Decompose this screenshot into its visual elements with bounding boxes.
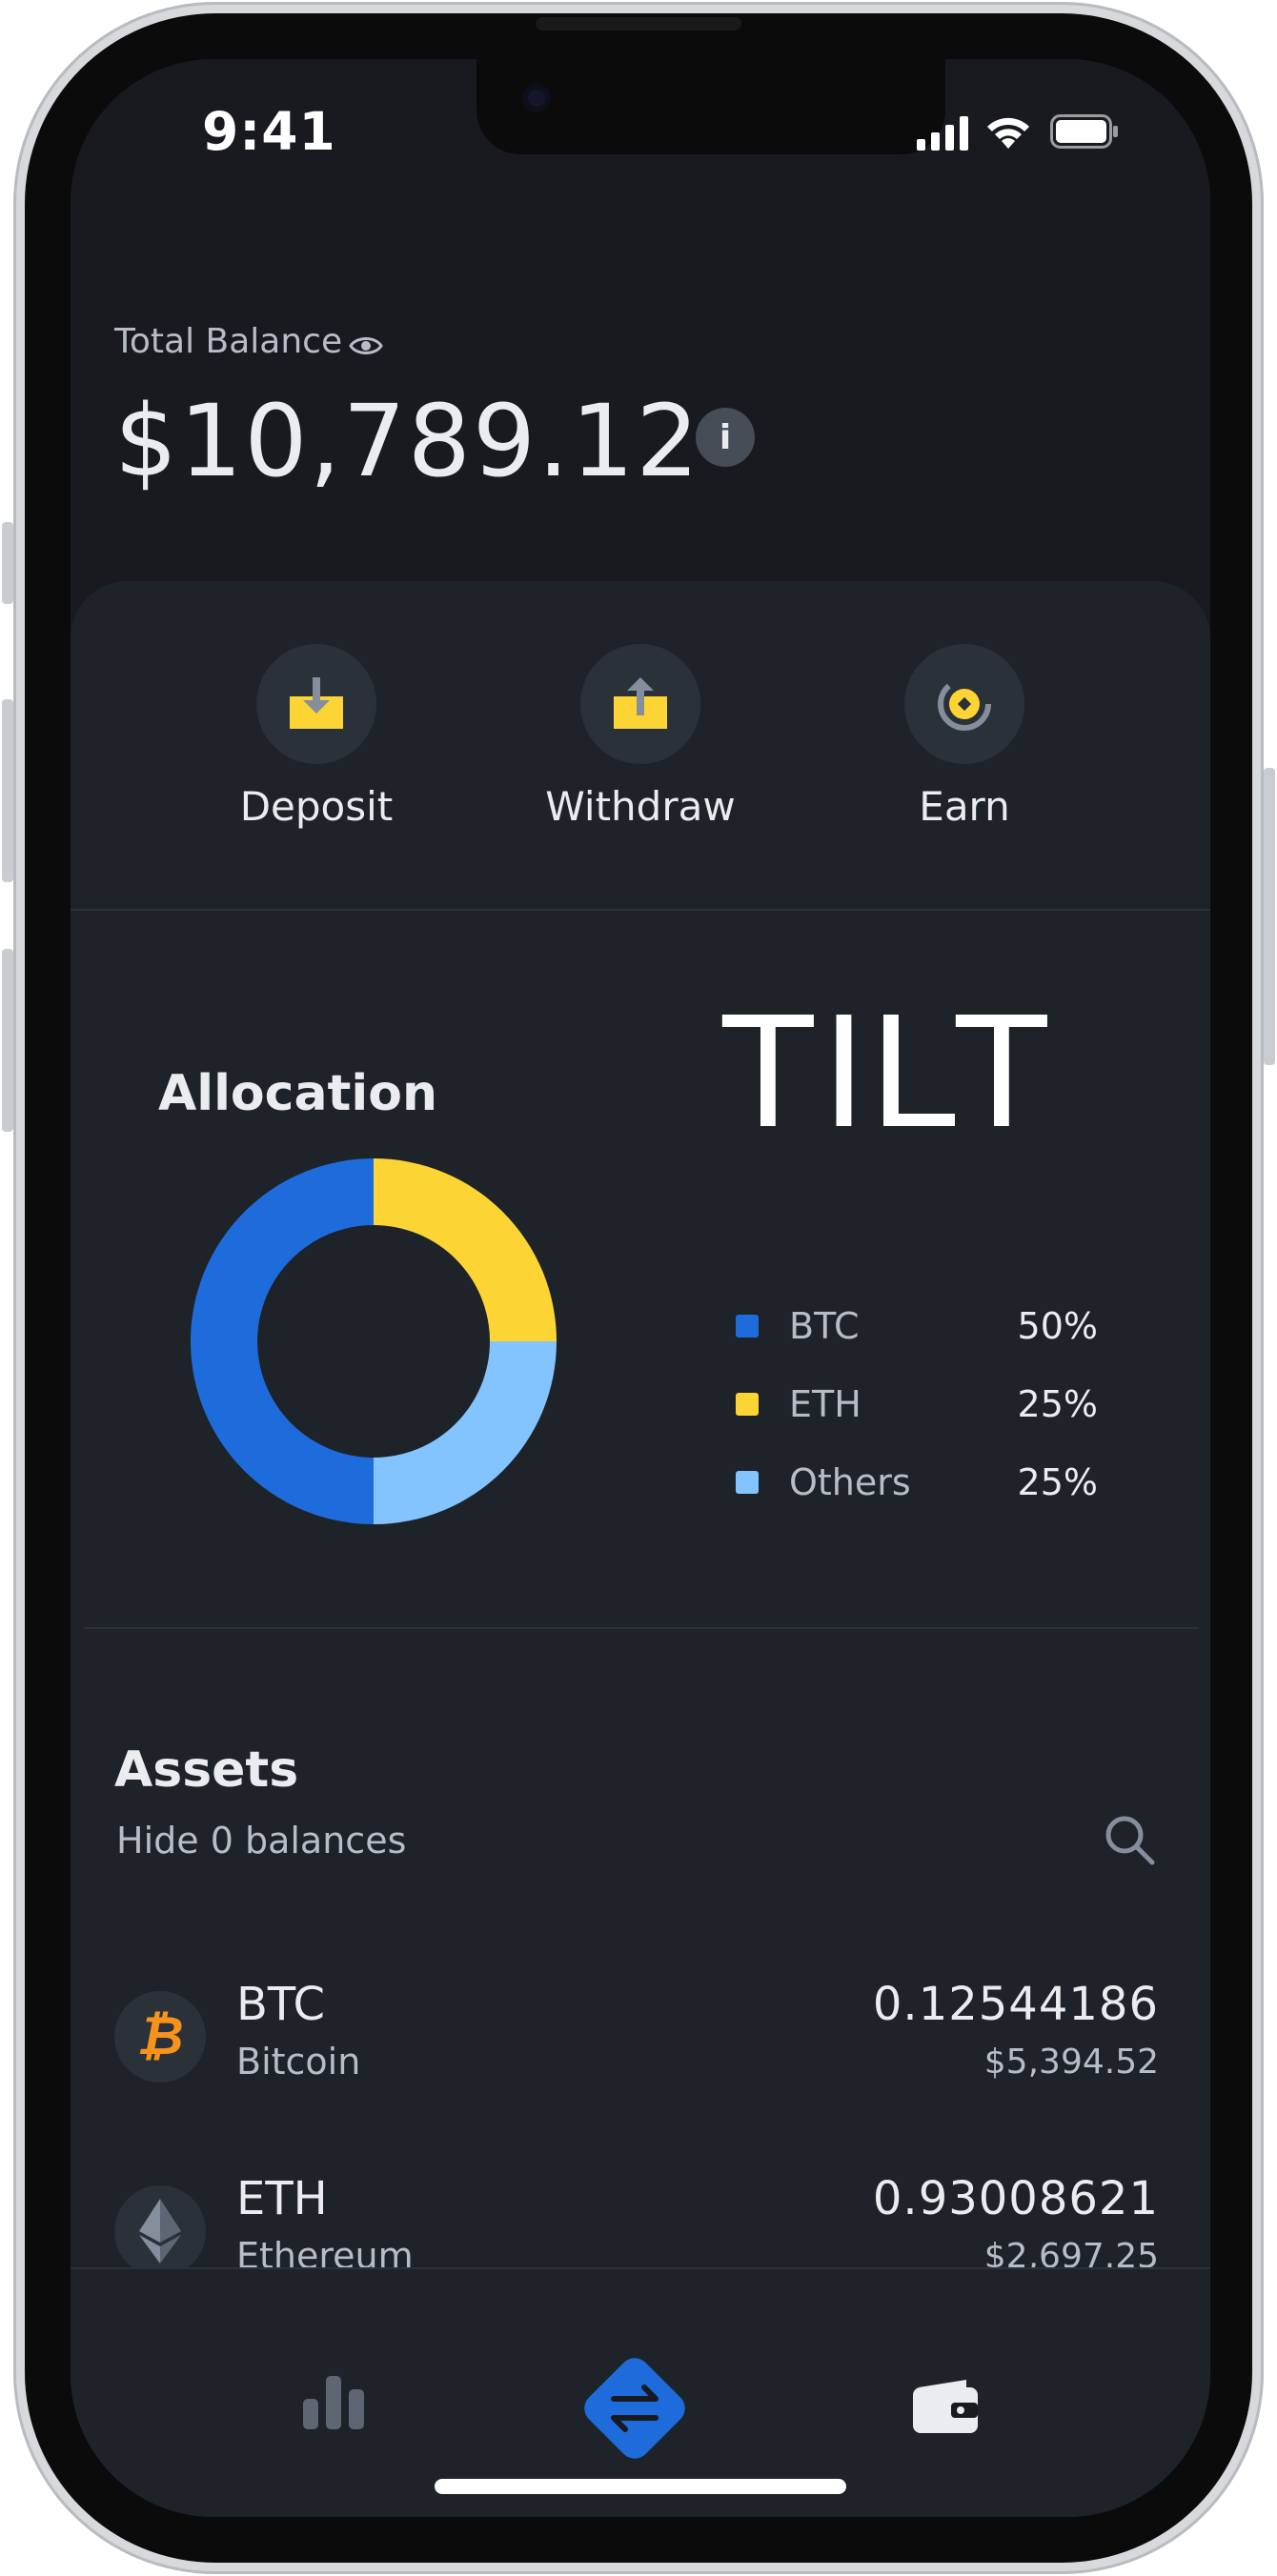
- legend-swatch-others: [736, 1471, 759, 1494]
- tilt-logo: TILT: [719, 980, 1055, 1161]
- trade-swap-icon[interactable]: [570, 2344, 699, 2473]
- app-screen: 9:41 Total Balance $10,789.12 i Deposit …: [71, 59, 1210, 2517]
- search-icon[interactable]: [1102, 1812, 1157, 1867]
- bitcoin-icon: ₿: [114, 1991, 206, 2083]
- legend-percent-others: 25%: [1017, 1461, 1098, 1503]
- notch: [476, 59, 945, 154]
- power-button: [1264, 768, 1275, 1065]
- wifi-icon: [987, 117, 1029, 149]
- legend-item-btc: BTC 50%: [736, 1305, 1098, 1353]
- actions-divider: [71, 909, 1210, 911]
- home-indicator: [435, 2479, 846, 2494]
- legend-item-eth: ETH 25%: [736, 1383, 1098, 1431]
- donut-slice-eth: [374, 1158, 557, 1341]
- legend-swatch-eth: [736, 1393, 759, 1416]
- asset-symbol: BTC: [236, 1978, 325, 2031]
- mute-switch: [2, 522, 13, 604]
- asset-amount: 0.12544186: [872, 1978, 1159, 2031]
- legend-swatch-btc: [736, 1315, 759, 1338]
- signal-icon: [917, 116, 968, 151]
- allocation-donut-chart: [191, 1158, 557, 1524]
- asset-amount: 0.93008621: [872, 2172, 1159, 2225]
- earn-button[interactable]: Earn: [850, 644, 1079, 830]
- asset-symbol: ETH: [236, 2172, 328, 2225]
- markets-chart-icon[interactable]: [303, 2376, 366, 2429]
- legend-label-others: Others: [789, 1461, 911, 1503]
- status-time: 9:41: [202, 101, 336, 162]
- allocation-title: Allocation: [158, 1065, 437, 1122]
- earn-label: Earn: [919, 783, 1010, 830]
- total-balance-label: Total Balance: [114, 322, 343, 361]
- ethereum-icon: [114, 2185, 206, 2277]
- asset-name: Bitcoin: [236, 2041, 361, 2083]
- wallet-icon[interactable]: [913, 2380, 978, 2433]
- legend-percent-eth: 25%: [1017, 1383, 1098, 1425]
- allocation-divider: [84, 1627, 1199, 1629]
- withdraw-button[interactable]: Withdraw: [526, 644, 755, 830]
- asset-row-btc[interactable]: ₿ BTC Bitcoin 0.12544186 $5,394.52: [114, 1978, 1159, 2092]
- donut-slice-btc: [191, 1158, 374, 1524]
- eye-icon[interactable]: [349, 333, 383, 358]
- volume-up-button: [2, 699, 13, 882]
- earpiece-speaker: [536, 17, 741, 30]
- hide-zero-balances-toggle[interactable]: Hide 0 balances: [116, 1820, 406, 1862]
- deposit-button[interactable]: Deposit: [202, 644, 431, 830]
- total-balance-value: $10,789.12: [114, 383, 701, 499]
- asset-value: $5,394.52: [983, 2043, 1159, 2082]
- bitcoin-glyph: ₿: [136, 2005, 184, 2067]
- legend-percent-btc: 50%: [1017, 1305, 1098, 1347]
- legend-item-others: Others 25%: [736, 1461, 1098, 1509]
- battery-icon: [1050, 114, 1118, 149]
- front-camera: [522, 84, 551, 112]
- withdraw-icon: [580, 644, 700, 764]
- deposit-label: Deposit: [239, 783, 394, 830]
- earn-icon: [904, 644, 1024, 764]
- legend-label-eth: ETH: [789, 1383, 861, 1425]
- legend-label-btc: BTC: [789, 1305, 860, 1347]
- donut-slice-others: [374, 1341, 557, 1524]
- withdraw-label: Withdraw: [545, 783, 736, 830]
- volume-down-button: [2, 949, 13, 1132]
- assets-title: Assets: [114, 1741, 299, 1799]
- deposit-icon: [256, 644, 376, 764]
- info-icon[interactable]: i: [696, 408, 755, 467]
